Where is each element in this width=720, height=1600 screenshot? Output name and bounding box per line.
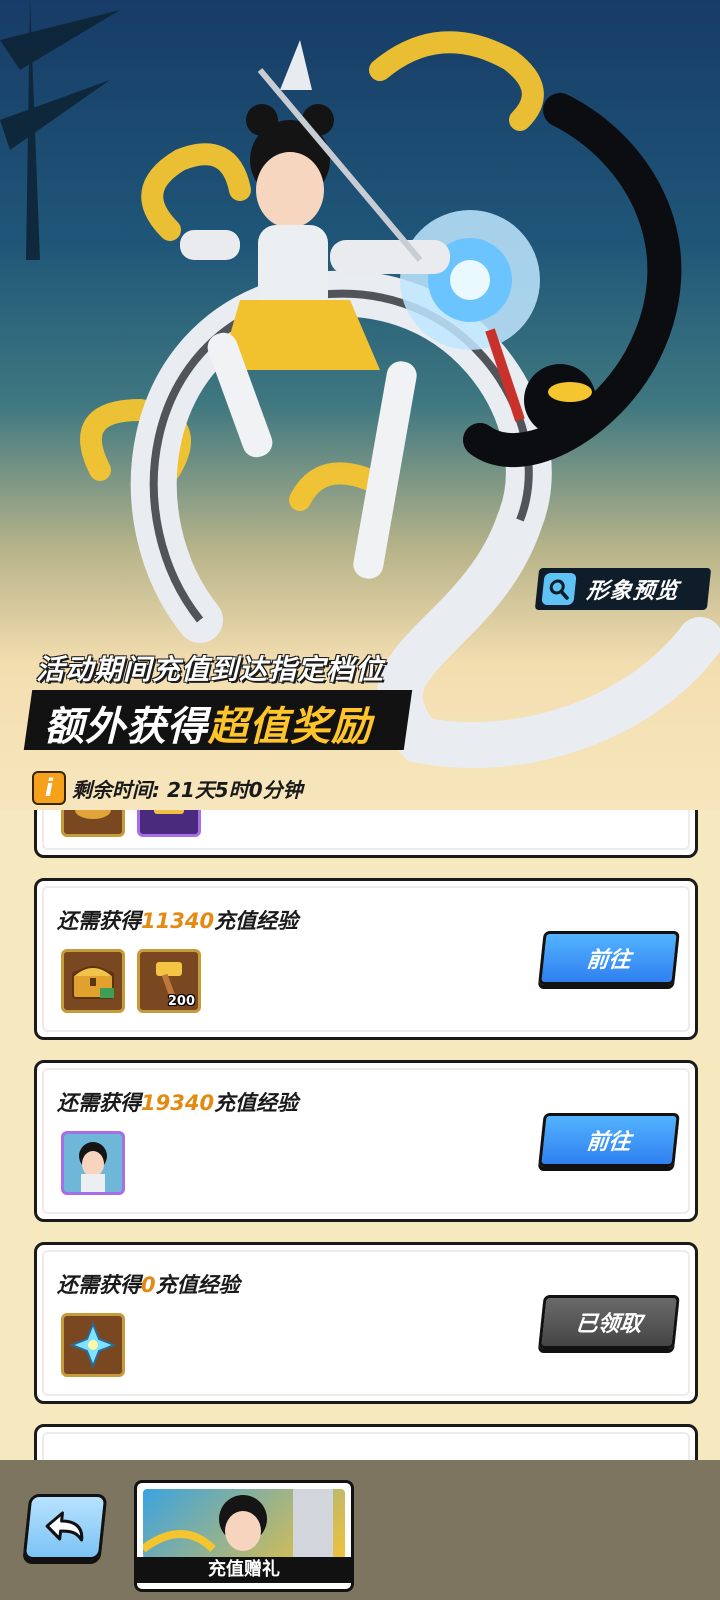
- character-avatar-icon[interactable]: [61, 1131, 125, 1195]
- tab-thumbnail: [143, 1489, 345, 1559]
- tab-recharge-gift[interactable]: 充值赠礼: [134, 1480, 354, 1592]
- preview-label: 形象预览: [585, 579, 681, 604]
- remaining-time: i 剩余时间: 21天5时0分钟: [32, 770, 303, 806]
- back-button[interactable]: [22, 1494, 108, 1560]
- reward-card: 还需获得0充值经验 已领取: [34, 1242, 698, 1404]
- character-artwork: [0, 0, 720, 769]
- event-headline: 额外获得超值奖励: [44, 704, 372, 750]
- treasure-chest-icon[interactable]: [61, 949, 125, 1013]
- reward-item-icon[interactable]: [61, 810, 125, 837]
- bottom-bar: 充值赠礼: [0, 1460, 720, 1600]
- tab-label: 充值赠礼: [137, 1557, 351, 1583]
- golden-hammer-icon[interactable]: 200: [137, 949, 201, 1013]
- back-arrow-icon: [45, 1511, 84, 1542]
- go-button[interactable]: 前往: [538, 1113, 680, 1167]
- crystal-star-icon[interactable]: [61, 1313, 125, 1377]
- requirement-text: 还需获得0充值经验: [57, 1273, 240, 1297]
- reward-card: 还需获得11340充值经验 200 前往: [34, 878, 698, 1040]
- info-icon: i: [32, 771, 66, 805]
- hero-banner: 形象预览 活动期间充值到达指定档位 额外获得超值奖励 i 剩余时间: 21天5时…: [0, 0, 720, 810]
- search-icon: [541, 573, 577, 605]
- remaining-time-text: 剩余时间: 21天5时0分钟: [72, 777, 303, 802]
- requirement-text: 还需获得19340充值经验: [57, 1091, 299, 1115]
- reward-card: 还需获得19340充值经验 前往: [34, 1060, 698, 1222]
- preview-appearance-button[interactable]: 形象预览: [534, 568, 712, 610]
- go-button[interactable]: 前往: [538, 931, 680, 985]
- reward-list[interactable]: 还需获得11340充值经验 200 前往 还需获得19340充值经验 前往 还需…: [0, 810, 720, 1460]
- reward-card-partial: [34, 1424, 698, 1460]
- item-count: 200: [167, 994, 195, 1009]
- reward-card-partial: [34, 810, 698, 858]
- requirement-text: 还需获得11340充值经验: [57, 909, 299, 933]
- reward-item-icon[interactable]: [137, 810, 201, 837]
- event-description: 活动期间充值到达指定档位: [36, 653, 385, 686]
- claimed-button: 已领取: [538, 1295, 680, 1349]
